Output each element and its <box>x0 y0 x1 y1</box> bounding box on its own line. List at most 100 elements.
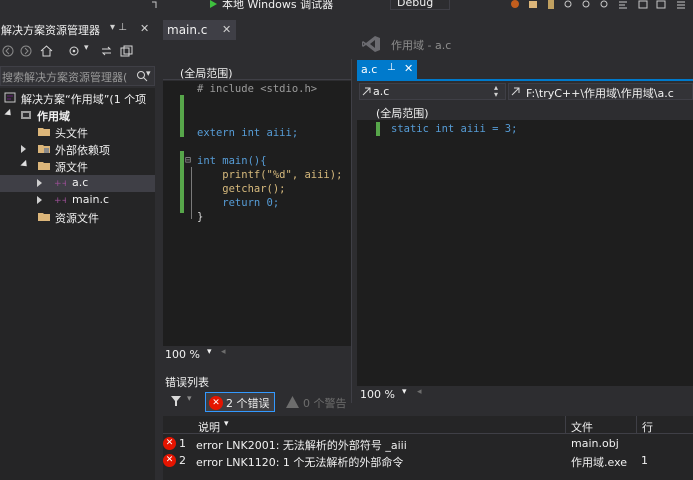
errors-count-label: 2 个错误 <box>226 397 270 410</box>
code-line: # include <stdio.h> <box>197 83 318 95</box>
search-options-dropdown-icon[interactable]: ▾ <box>146 69 151 79</box>
tab-close-icon[interactable]: ✕ <box>404 62 413 75</box>
code-line: extern int aiii; <box>197 127 299 139</box>
refresh-icon[interactable] <box>100 45 113 57</box>
tree-item-label: 外部依赖项 <box>55 144 110 157</box>
tree-item-external-deps[interactable]: 外部依赖项 <box>0 141 155 158</box>
home-icon[interactable] <box>40 44 53 57</box>
back-icon[interactable] <box>2 45 14 57</box>
scroll-left-icon[interactable]: ◂ <box>221 347 226 357</box>
error-description: error LNK1120: 1 个无法解析的外部命令 <box>196 456 404 469</box>
collapsed-arrow-icon[interactable] <box>37 179 42 187</box>
collapsed-arrow-icon[interactable] <box>37 196 42 204</box>
code-line: int main(){ <box>197 155 267 167</box>
toolbar-overflow-icon[interactable] <box>676 0 686 9</box>
toolbar-format-icon[interactable] <box>618 0 628 9</box>
table-row[interactable]: ✕ 2 error LNK1120: 1 个无法解析的外部命令 作用域.exe … <box>163 452 693 469</box>
tree-item-main-c[interactable]: ++ main.c <box>0 192 155 209</box>
panel-splitter[interactable] <box>155 19 163 480</box>
solution-explorer-pin-icon[interactable]: ▾ ⊥ <box>110 22 127 33</box>
outline-guide <box>191 167 192 219</box>
column-header-line[interactable]: 行 <box>642 419 653 435</box>
expanded-arrow-icon[interactable] <box>20 159 30 170</box>
filter-icon[interactable] <box>171 396 181 406</box>
tab-pin-icon[interactable]: ⊥ <box>387 62 396 73</box>
sync-dropdown-icon[interactable]: ▾ <box>84 43 89 53</box>
solution-tree: 解决方案“作用域”(1 个项 作用域 头文件 外部依赖项 源文件 ++ a.c … <box>0 88 155 480</box>
toolbar-find-icon[interactable] <box>564 0 574 9</box>
tree-item-a-c[interactable]: ++ a.c <box>0 175 155 192</box>
tab-close-icon[interactable]: ✕ <box>222 23 231 36</box>
collapse-all-icon[interactable] <box>120 45 133 57</box>
main-status-strip: 100 % ▾ ◂ <box>163 346 351 363</box>
project-icon <box>21 111 31 119</box>
zoom-dropdown-icon[interactable]: ▾ <box>207 347 212 357</box>
toolbar-find-prev-icon[interactable] <box>600 0 610 9</box>
a-c-scope-dropdown[interactable]: (全局范围) <box>376 105 429 121</box>
tree-item-header-files[interactable]: 头文件 <box>0 124 155 141</box>
warning-icon[interactable] <box>286 396 299 408</box>
tree-item-label: 资源文件 <box>55 212 99 225</box>
c-file-icon: ++ <box>54 179 66 188</box>
undo-icon[interactable] <box>150 0 160 9</box>
toolbar-bookmark-icon[interactable] <box>546 0 556 9</box>
error-icon: ✕ <box>209 396 223 410</box>
main-code-editor[interactable]: ⊟ # include <stdio.h> extern int aiii; i… <box>163 81 351 346</box>
zoom-dropdown-icon[interactable]: ▾ <box>402 387 407 397</box>
a-c-code-editor[interactable]: static int aiii = 3; <box>357 120 693 386</box>
column-divider[interactable] <box>565 416 566 434</box>
toolbar-find-next-icon[interactable] <box>582 0 592 9</box>
error-description: error LNK2001: 无法解析的外部符号 _aiii <box>196 439 407 452</box>
svg-text:++: ++ <box>54 196 66 205</box>
a-c-window-title: 作用域 - a.c <box>391 39 452 52</box>
sort-dropdown-icon[interactable]: ▾ <box>224 419 229 429</box>
tree-item-resource-files[interactable]: 资源文件 <box>0 209 155 226</box>
collapse-region-icon[interactable]: ⊟ <box>185 155 191 166</box>
solution-explorer-search-input[interactable]: 搜索解决方案资源管理器( <box>2 69 137 85</box>
toolbar-uncomment-icon[interactable] <box>656 0 666 9</box>
filter-dropdown-icon[interactable]: ▾ <box>187 394 192 404</box>
main-zoom-level[interactable]: 100 % <box>165 348 200 361</box>
toolbar-comment-icon[interactable] <box>638 0 648 9</box>
toolbar-tool-icon[interactable] <box>510 0 520 9</box>
collapsed-arrow-icon[interactable] <box>21 145 26 153</box>
svg-text:++: ++ <box>54 179 66 188</box>
solution-config-box[interactable] <box>390 0 450 10</box>
main-tab-strip <box>163 40 351 62</box>
tree-item-label: 解决方案“作用域”(1 个项 <box>21 93 147 106</box>
tree-item-label: 作用域 <box>37 110 70 123</box>
debugger-target-label[interactable]: 本地 Windows 调试器 <box>222 0 333 12</box>
a-c-zoom-level[interactable]: 100 % <box>360 388 395 401</box>
code-line: printf("%d", aiii); <box>197 169 343 181</box>
sync-icon[interactable] <box>68 45 81 57</box>
window-border <box>351 29 352 403</box>
error-file: 作用域.exe <box>571 456 628 469</box>
solution-explorer-toolbar: ▾ <box>0 40 155 62</box>
error-icon: ✕ <box>163 454 176 467</box>
scroll-left-icon[interactable]: ◂ <box>417 387 422 397</box>
visual-studio-logo-icon <box>362 36 380 52</box>
tree-item-project[interactable]: 作用域 <box>0 107 155 124</box>
main-scope-dropdown[interactable]: (全局范围) <box>180 65 233 81</box>
member-nav-icon <box>511 87 520 96</box>
expanded-arrow-icon[interactable] <box>4 108 14 119</box>
start-debug-icon[interactable] <box>208 0 218 9</box>
code-line: static int aiii = 3; <box>391 123 518 135</box>
toolbar-folder-icon[interactable] <box>528 0 538 9</box>
column-header-file[interactable]: 文件 <box>571 419 593 435</box>
error-file: main.obj <box>571 437 619 450</box>
tree-item-source-files[interactable]: 源文件 <box>0 158 155 175</box>
solution-explorer-title: 解决方案资源管理器 <box>1 24 100 37</box>
tree-item-solution[interactable]: 解决方案“作用域”(1 个项 <box>0 90 155 107</box>
column-divider[interactable] <box>636 416 637 434</box>
forward-icon[interactable] <box>20 45 32 57</box>
column-header-description[interactable]: 说明 <box>198 419 220 435</box>
tab-main-c-label: main.c <box>167 23 208 37</box>
solution-explorer-close-icon[interactable]: ✕ <box>140 22 149 35</box>
folder-filter-icon <box>38 128 50 136</box>
table-row[interactable]: ✕ 1 error LNK2001: 无法解析的外部符号 _aiii main.… <box>163 435 693 452</box>
warnings-filter-button[interactable]: 0 个警告 <box>303 395 347 411</box>
tree-item-label: 头文件 <box>55 127 88 140</box>
external-deps-icon <box>38 145 50 153</box>
spin-arrows-icon[interactable]: ▴ ▾ <box>494 84 498 99</box>
